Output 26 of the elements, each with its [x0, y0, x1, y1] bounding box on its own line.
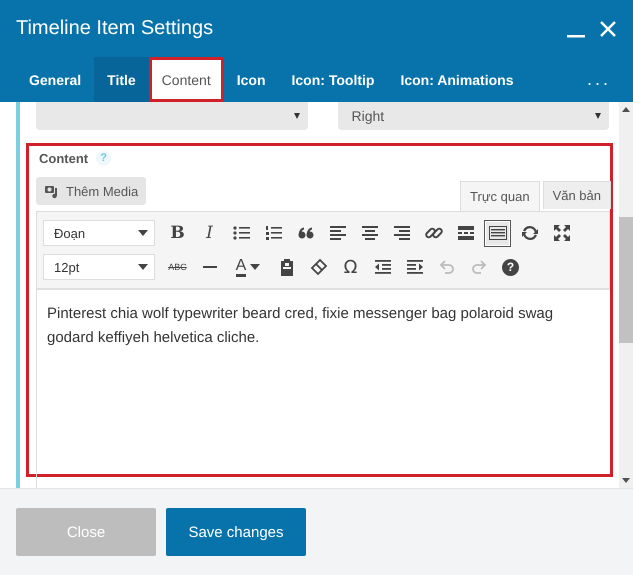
save-button[interactable]: Save changes	[166, 508, 306, 556]
dropdown[interactable]: Right	[338, 102, 609, 130]
close-icon[interactable]	[599, 20, 617, 38]
camera-music-icon	[44, 183, 60, 199]
special-character-button[interactable]: Ω	[337, 254, 364, 280]
tab[interactable]: Icon: Tooltip	[278, 57, 388, 102]
keyboard-icon[interactable]	[484, 220, 511, 246]
tab[interactable]: Icon	[224, 57, 278, 102]
more-tabs-button[interactable]: ...	[586, 69, 611, 90]
field-label: Content	[39, 150, 88, 166]
add-media-button[interactable]: Thêm Media	[36, 177, 146, 205]
text-color-button[interactable]: A	[228, 254, 268, 280]
strikethrough-button[interactable]: ABC	[164, 254, 191, 280]
tab[interactable]: Icon: Animations	[387, 57, 526, 102]
tab[interactable]: General	[16, 57, 94, 102]
tab[interactable]: Content	[148, 57, 224, 102]
dropdown[interactable]: Đoạn	[43, 220, 155, 246]
dropdown[interactable]: 12pt	[43, 254, 155, 280]
italic-button[interactable]: I	[196, 220, 223, 246]
help-button[interactable]: ?	[497, 254, 524, 280]
tab[interactable]: Title	[94, 57, 149, 102]
scrollbar[interactable]	[619, 102, 633, 488]
bold-button[interactable]: B	[164, 220, 191, 246]
window-title: Timeline Item Settings	[16, 17, 214, 40]
editor-tab[interactable]: Trực quan	[460, 181, 540, 211]
editor-tab[interactable]: Văn bản	[542, 181, 611, 209]
